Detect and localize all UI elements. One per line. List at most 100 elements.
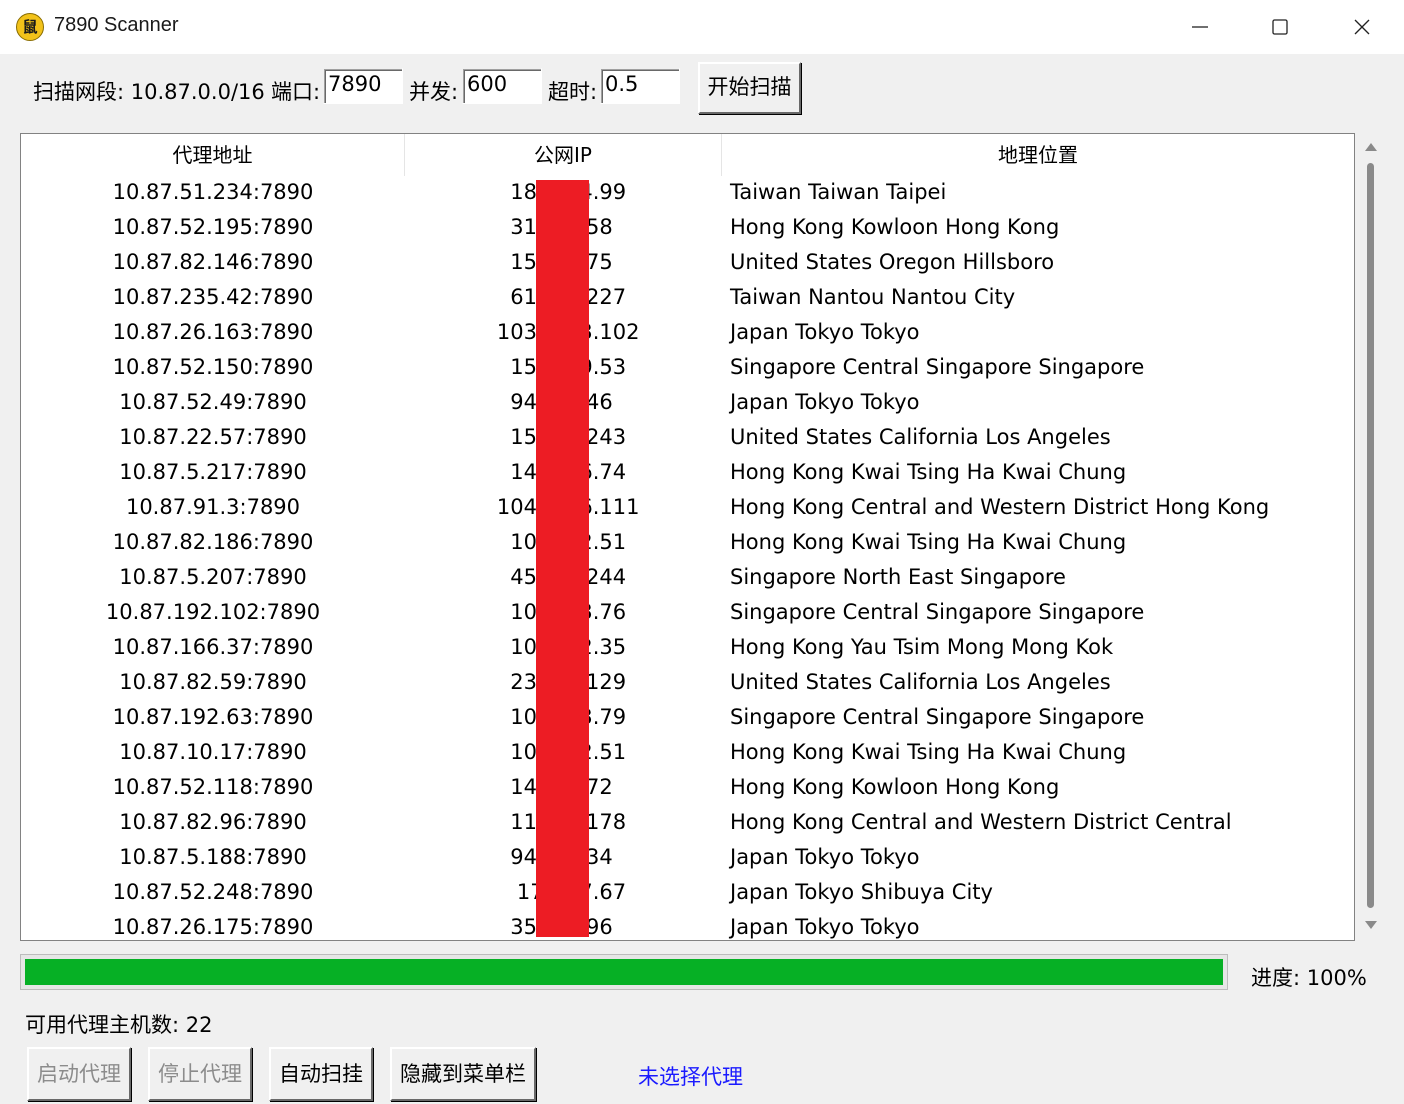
start-proxy-button[interactable]: 启动代理	[27, 1047, 131, 1101]
proxy-address-cell: 10.87.82.96:7890	[119, 810, 307, 834]
public-ip-cell-start: 112.	[510, 810, 557, 834]
column-header-location[interactable]: 地理位置	[722, 134, 1354, 176]
public-ip-cell-end: 1.34	[566, 845, 613, 869]
close-icon	[1354, 19, 1370, 35]
selected-proxy-status: 未选择代理	[638, 1065, 743, 1089]
window-title: 7890 Scanner	[54, 14, 179, 36]
port-label: 端口:	[271, 80, 321, 104]
proxy-results-table[interactable]: 代理地址 公网IP 地理位置 10.87.51.234:7890 185. 84.9…	[20, 133, 1355, 941]
table-row[interactable]: 10.87.52.248:7890 178 37.67 Japan Tokyo Shi…	[21, 875, 1354, 910]
table-row[interactable]: 10.87.192.63:7890 103. 33.79 Singapore Cent…	[21, 700, 1354, 735]
hide-to-menubar-button[interactable]: 隐藏到菜单栏	[390, 1047, 536, 1101]
close-button[interactable]	[1322, 0, 1402, 54]
public-ip-cell-end: .196	[566, 915, 613, 939]
public-ip-cell-start: 154.	[510, 425, 557, 449]
public-ip-cell-start: 141.	[510, 775, 557, 799]
location-cell: Taiwan Taiwan Taipei	[730, 180, 947, 204]
public-ip-cell-end: 4.129	[566, 670, 627, 694]
stop-proxy-button[interactable]: 停止代理	[148, 1047, 252, 1101]
vertical-scrollbar[interactable]	[1358, 135, 1384, 941]
column-header-proxy[interactable]: 代理地址	[21, 134, 405, 176]
table-row[interactable]: 10.87.235.42:7890 61.2 0.227 Taiwan Nantou …	[21, 280, 1354, 315]
public-ip-cell-start: 35.7	[510, 915, 557, 939]
location-cell: Taiwan Nantou Nantou City	[730, 285, 1016, 309]
auto-scan-button[interactable]: 自动扫挂	[269, 1047, 373, 1101]
table-row[interactable]: 10.87.91.3:7890 104.2 76.111 Hong Kong Cent…	[21, 490, 1354, 525]
maximize-button[interactable]	[1240, 0, 1320, 54]
table-row[interactable]: 10.87.52.195:7890 31.1 3.58 Hong Kong Kowlo…	[21, 210, 1354, 245]
timeout-label: 超时:	[548, 80, 598, 104]
public-ip-cell-end: 36.74	[566, 460, 627, 484]
table-row[interactable]: 10.87.192.102:7890 103. 33.76 Singapore Cen…	[21, 595, 1354, 630]
location-cell: Hong Kong Kowloon Hong Kong	[730, 775, 1060, 799]
location-cell: Hong Kong Kwai Tsing Ha Kwai Chung	[730, 460, 1127, 484]
proxy-address-cell: 10.87.26.175:7890	[112, 915, 314, 939]
table-row[interactable]: 10.87.10.17:7890 109. 52.51 Hong Kong Kwai …	[21, 735, 1354, 770]
location-cell: Hong Kong Yau Tsim Mong Mong Kok	[730, 635, 1114, 659]
proxy-address-cell: 10.87.10.17:7890	[119, 740, 307, 764]
table-row[interactable]: 10.87.51.234:7890 185. 84.99 Taiwan Taiwan …	[21, 175, 1354, 210]
public-ip-cell-end: 33.76	[566, 600, 627, 624]
public-ip-cell-end: .172	[566, 775, 613, 799]
table-row[interactable]: 10.87.166.37:7890 103. 72.35 Hong Kong Yau …	[21, 630, 1354, 665]
table-row[interactable]: 10.87.82.186:7890 109. 52.51 Hong Kong Kwai…	[21, 525, 1354, 560]
public-ip-cell-end: 73.102	[566, 320, 640, 344]
proxy-address-cell: 10.87.192.102:7890	[105, 600, 321, 624]
app-logo-icon: 鼠	[16, 13, 44, 41]
location-cell: Japan Tokyo Tokyo	[730, 915, 920, 939]
public-ip-cell-start: 141.	[510, 460, 557, 484]
scroll-up-icon[interactable]	[1364, 141, 1378, 153]
proxy-address-cell: 10.87.52.49:7890	[119, 390, 307, 414]
table-row[interactable]: 10.87.52.118:7890 141. .172 Hong Kong Kowlo…	[21, 770, 1354, 805]
public-ip-cell-end: 3.178	[566, 810, 627, 834]
table-row[interactable]: 10.87.82.146:7890 15.2 6.75 United States O…	[21, 245, 1354, 280]
redaction-bar	[536, 180, 589, 937]
proxy-address-cell: 10.87.166.37:7890	[112, 635, 314, 659]
concurrency-input[interactable]: 600	[462, 68, 542, 104]
public-ip-cell-start: 45.1	[510, 565, 557, 589]
proxy-address-cell: 10.87.22.57:7890	[119, 425, 307, 449]
timeout-input[interactable]: 0.5	[600, 68, 680, 104]
public-ip-cell-end: 1.46	[566, 390, 613, 414]
proxy-address-cell: 10.87.235.42:7890	[112, 285, 314, 309]
table-row[interactable]: 10.87.5.207:7890 45.1 3.244 Singapore North…	[21, 560, 1354, 595]
public-ip-cell-start: 103.	[510, 635, 557, 659]
scrollbar-thumb[interactable]	[1367, 163, 1374, 908]
scroll-down-icon[interactable]	[1364, 919, 1378, 931]
minimize-button[interactable]	[1160, 0, 1240, 54]
scan-progress-bar	[20, 954, 1228, 990]
table-row[interactable]: 10.87.52.150:7890 15.2 99.53 Singapore Cent…	[21, 350, 1354, 385]
table-row[interactable]: 10.87.26.163:7890 103.1 73.102 Japan Tokyo …	[21, 315, 1354, 350]
proxy-address-cell: 10.87.51.234:7890	[112, 180, 314, 204]
public-ip-cell-end: 37.67	[566, 880, 627, 904]
proxy-address-cell: 10.87.82.186:7890	[112, 530, 314, 554]
proxy-address-cell: 10.87.5.188:7890	[119, 845, 307, 869]
proxy-address-cell: 10.87.26.163:7890	[112, 320, 314, 344]
scan-settings-toolbar: 扫描网段: 10.87.0.0/16 端口: 7890 并发: 600 超时: …	[0, 54, 1404, 120]
port-input[interactable]: 7890	[323, 68, 403, 104]
table-row[interactable]: 10.87.82.96:7890 112. 3.178 Hong Kong Centr…	[21, 805, 1354, 840]
proxy-address-cell: 10.87.52.150:7890	[112, 355, 314, 379]
location-cell: Hong Kong Kwai Tsing Ha Kwai Chung	[730, 530, 1127, 554]
location-cell: Japan Tokyo Tokyo	[730, 320, 920, 344]
public-ip-cell-end: 7.243	[566, 425, 627, 449]
progress-fill	[25, 959, 1223, 985]
table-row[interactable]: 10.87.52.49:7890 94.1 1.46 Japan Tokyo Toky…	[21, 385, 1354, 420]
table-row[interactable]: 10.87.22.57:7890 154. 7.243 United States C…	[21, 420, 1354, 455]
table-row[interactable]: 10.87.82.59:7890 23.1 4.129 United States C…	[21, 665, 1354, 700]
location-cell: Japan Tokyo Tokyo	[730, 390, 920, 414]
proxy-address-cell: 10.87.52.195:7890	[112, 215, 314, 239]
table-row[interactable]: 10.87.26.175:7890 35.7 .196 Japan Tokyo Tok…	[21, 910, 1354, 940]
location-cell: Singapore Central Singapore Singapore	[730, 355, 1145, 379]
title-bar: 鼠 7890 Scanner	[0, 0, 1404, 54]
public-ip-cell-end: 99.53	[566, 355, 627, 379]
table-row[interactable]: 10.87.5.188:7890 94.1 1.34 Japan Tokyo Toky…	[21, 840, 1354, 875]
column-header-public-ip[interactable]: 公网IP	[405, 134, 722, 176]
public-ip-cell-start: 185.	[510, 180, 557, 204]
table-row[interactable]: 10.87.5.217:7890 141. 36.74 Hong Kong Kwai …	[21, 455, 1354, 490]
location-cell: Hong Kong Kowloon Hong Kong	[730, 215, 1060, 239]
public-ip-cell-start: 61.2	[510, 285, 557, 309]
start-scan-button[interactable]: 开始扫描	[698, 62, 801, 114]
proxy-address-cell: 10.87.52.248:7890	[112, 880, 314, 904]
public-ip-cell-start: 15.2	[510, 250, 557, 274]
